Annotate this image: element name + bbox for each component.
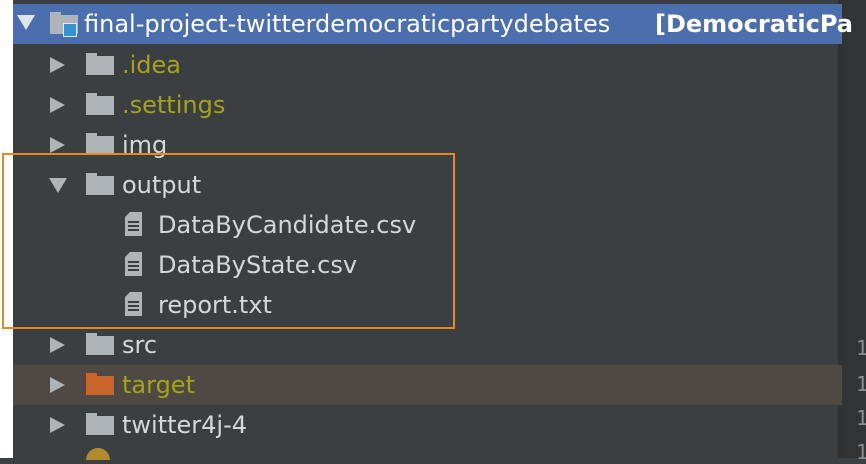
tree-item-label: src <box>122 331 158 359</box>
tree-item-twitter4j-4[interactable]: twitter4j-4 <box>13 405 842 445</box>
gutter-line-number: 1 <box>856 406 866 430</box>
expand-arrow-icon[interactable] <box>50 337 65 353</box>
module-folder-icon <box>50 12 78 37</box>
folder-icon <box>86 133 114 155</box>
collapse-arrow-icon[interactable] <box>17 15 35 30</box>
tree-item-label: target <box>122 371 195 399</box>
tree-item-label: .settings <box>122 91 226 119</box>
gutter-line-number: 1 <box>856 440 866 464</box>
tree-item-label: .idea <box>122 51 182 79</box>
folder-icon <box>86 53 114 75</box>
folder-icon <box>86 413 114 435</box>
excluded-folder-icon <box>86 373 114 395</box>
expand-arrow-icon[interactable] <box>50 57 65 73</box>
expand-arrow-icon[interactable] <box>50 377 65 393</box>
tree-item-settings[interactable]: .settings <box>13 85 842 125</box>
tree-item-label: twitter4j-4 <box>122 411 248 439</box>
gutter-line-number: 1 <box>856 336 866 360</box>
expand-arrow-icon[interactable] <box>50 137 65 153</box>
folder-icon <box>86 333 114 355</box>
expand-arrow-icon[interactable] <box>50 97 65 113</box>
gutter-line-number: 1 <box>856 372 866 396</box>
expand-arrow-icon[interactable] <box>50 417 65 433</box>
tree-root-row[interactable]: final-project-twitterdemocraticpartydeba… <box>13 4 853 44</box>
cut-off-item-icon <box>86 448 110 460</box>
tree-item-src[interactable]: src <box>13 325 842 365</box>
tree-item-idea[interactable]: .idea <box>13 45 842 85</box>
tree-item-target[interactable]: target <box>13 365 842 405</box>
folder-icon <box>86 93 114 115</box>
root-project-name: final-project-twitterdemocraticpartydeba… <box>84 10 611 38</box>
highlight-annotation-box <box>2 153 455 329</box>
root-module-label: [DemocraticPa <box>655 10 853 38</box>
